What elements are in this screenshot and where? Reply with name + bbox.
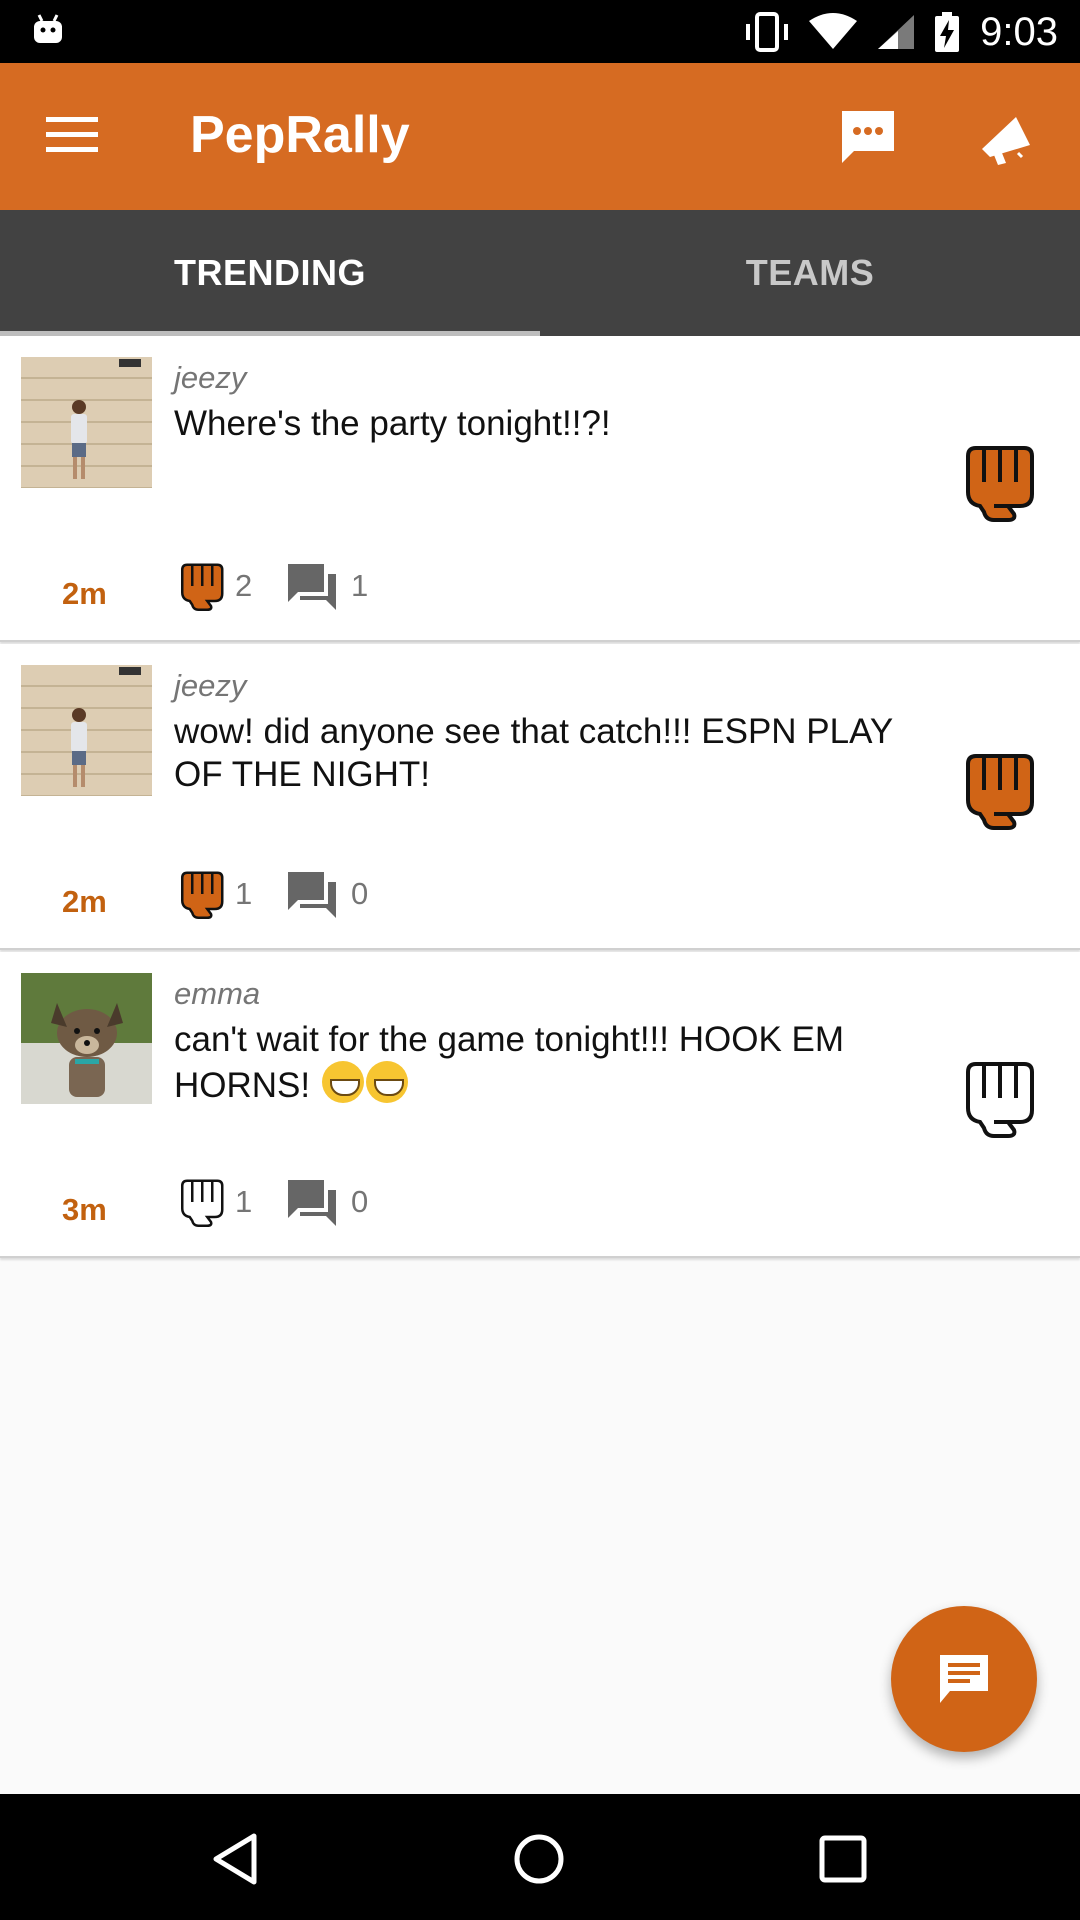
fist-bump-icon[interactable] — [958, 1058, 1038, 1138]
post-text: wow! did anyone see that catch!!! ESPN P… — [174, 712, 893, 794]
status-time: 9:03 — [980, 10, 1058, 54]
tab-teams[interactable]: TEAMS — [540, 210, 1080, 336]
post-username[interactable]: emma — [174, 976, 260, 1012]
user-avatar[interactable] — [21, 973, 152, 1104]
post-card[interactable]: jeezy Where's the party tonight!!?! 2m 2 — [0, 336, 1080, 642]
fist-bump-icon[interactable] — [958, 442, 1038, 522]
wifi-icon — [809, 13, 857, 49]
comment-icon[interactable] — [286, 1178, 338, 1228]
recents-icon[interactable] — [816, 1832, 870, 1886]
user-avatar[interactable] — [21, 665, 152, 796]
menu-icon[interactable] — [46, 115, 98, 155]
post-card[interactable]: emma can't wait for the game tonight!!! … — [0, 952, 1080, 1258]
post-text: can't wait for the game tonight!!! HOOK … — [174, 1018, 944, 1107]
new-post-icon — [940, 1655, 988, 1703]
vibrate-icon — [746, 12, 788, 52]
post-feed: jeezy Where's the party tonight!!?! 2m 2 — [0, 336, 1080, 1260]
fist-bump-icon[interactable] — [958, 750, 1038, 830]
post-text-content: can't wait for the game tonight!!! HOOK … — [174, 1020, 845, 1105]
fist-bump-count: 2 — [235, 568, 253, 603]
post-card[interactable]: jeezy wow! did anyone see that catch!!! … — [0, 644, 1080, 950]
fist-bump-count: 1 — [235, 876, 253, 911]
grinning-emoji — [365, 1061, 408, 1103]
status-bar: 9:03 — [0, 0, 1080, 63]
app-title: PepRally — [190, 106, 410, 164]
post-time: 2m — [62, 576, 107, 611]
android-icon — [34, 14, 62, 43]
megaphone-icon[interactable] — [976, 109, 1036, 169]
back-icon[interactable] — [210, 1832, 264, 1886]
comment-icon[interactable] — [286, 562, 338, 612]
fist-bump-count-icon[interactable] — [176, 560, 226, 612]
screen: 9:03 PepRally TRENDING TEAMS jeezy Where… — [0, 0, 1080, 1920]
tab-trending[interactable]: TRENDING — [0, 210, 540, 336]
fist-bump-count: 1 — [235, 1184, 253, 1219]
home-icon[interactable] — [512, 1832, 566, 1886]
comment-count: 0 — [351, 876, 369, 911]
fist-bump-count-icon[interactable] — [176, 1176, 226, 1228]
tab-bar: TRENDING TEAMS — [0, 210, 1080, 336]
navigation-bar — [0, 1794, 1080, 1920]
user-avatar[interactable] — [21, 357, 152, 488]
comment-count: 0 — [351, 1184, 369, 1219]
new-post-button[interactable] — [891, 1606, 1037, 1752]
fist-bump-count-icon[interactable] — [176, 868, 226, 920]
battery-charging-icon — [935, 12, 959, 52]
post-text: Where's the party tonight!!?! — [174, 404, 611, 443]
status-icons — [744, 12, 960, 52]
grinning-emoji — [321, 1061, 364, 1103]
post-time: 2m — [62, 884, 107, 919]
app-bar: PepRally — [0, 63, 1080, 210]
comment-count: 1 — [351, 568, 369, 603]
comment-icon[interactable] — [286, 870, 338, 920]
chat-icon[interactable] — [838, 107, 898, 167]
post-time: 3m — [62, 1192, 107, 1227]
signal-icon — [878, 15, 914, 49]
post-username[interactable]: jeezy — [174, 668, 246, 704]
post-username[interactable]: jeezy — [174, 360, 246, 396]
